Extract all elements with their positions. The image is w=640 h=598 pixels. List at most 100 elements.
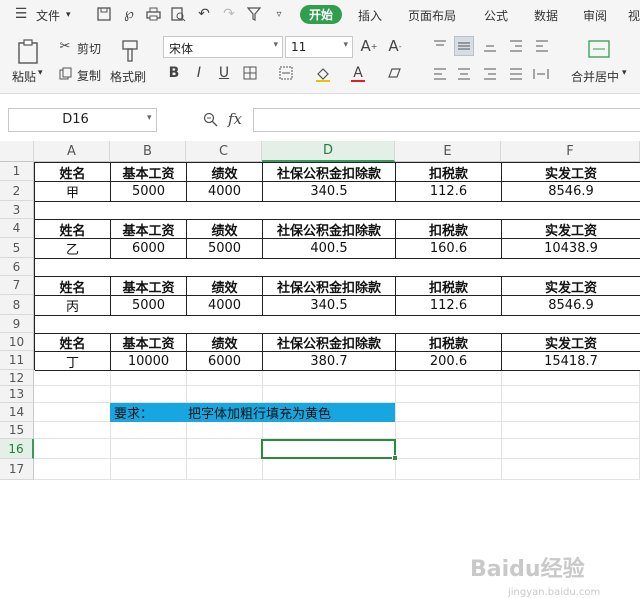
merge-dropdown-icon[interactable]: ▾ — [622, 68, 627, 78]
table-cell[interactable]: 5000 — [187, 239, 263, 259]
table-cell[interactable]: 200.6 — [396, 352, 502, 371]
table-cell[interactable]: 112.6 — [396, 296, 502, 316]
row-header[interactable]: 9 — [0, 315, 34, 333]
tab-insert[interactable]: 插入 — [358, 7, 382, 24]
table-cell[interactable]: 甲 — [35, 182, 111, 202]
spreadsheet-grid[interactable]: A B C D E F 1 2 3 4 5 6 7 8 9 10 11 12 1… — [0, 141, 640, 598]
align-top-icon[interactable] — [432, 38, 448, 54]
blank-row[interactable] — [35, 202, 640, 220]
row-header[interactable]: 17 — [0, 459, 34, 480]
decrease-font-icon[interactable]: A- — [386, 37, 404, 55]
row-header[interactable]: 2 — [0, 181, 34, 201]
formula-input[interactable] — [253, 108, 640, 132]
select-all-corner[interactable] — [0, 141, 34, 162]
column-header-a[interactable]: A — [34, 141, 110, 162]
underline-icon[interactable]: U — [216, 65, 232, 81]
column-header-b[interactable]: B — [110, 141, 186, 162]
merge-center-icon[interactable] — [586, 38, 612, 60]
row-header[interactable]: 5 — [0, 238, 34, 258]
table-cell[interactable]: 4000 — [187, 296, 263, 316]
table-cell[interactable]: 5000 — [111, 296, 187, 316]
clear-icon[interactable] — [386, 65, 404, 83]
zoom-function-icon[interactable] — [203, 112, 219, 128]
table-cell[interactable]: 6000 — [187, 352, 263, 371]
print-icon[interactable] — [144, 5, 162, 23]
tab-formula[interactable]: 公式 — [484, 7, 508, 24]
table-cell[interactable]: 4000 — [187, 182, 263, 202]
save-icon[interactable] — [95, 5, 113, 23]
table-header-cell[interactable]: 社保公积金扣除款 — [263, 334, 396, 352]
indent-decrease-icon[interactable] — [508, 38, 524, 54]
more-icon[interactable]: ▿ — [270, 5, 288, 23]
paste-dropdown-icon[interactable]: ▾ — [38, 68, 43, 78]
tab-review[interactable]: 审阅 — [583, 7, 607, 24]
table-header-cell[interactable]: 绩效 — [187, 277, 263, 296]
requirement-banner[interactable]: 要求： 把字体加粗行填充为黄色 — [110, 403, 395, 422]
table-header-cell[interactable]: 实发工资 — [502, 334, 640, 352]
table-header-cell[interactable]: 实发工资 — [502, 277, 640, 296]
indent-increase-icon[interactable] — [534, 38, 550, 54]
table-header-cell[interactable]: 扣税款 — [396, 220, 502, 239]
table-header-cell[interactable]: 扣税款 — [396, 163, 502, 182]
table-cell[interactable]: 10000 — [111, 352, 187, 371]
table-header-cell[interactable]: 基本工资 — [111, 277, 187, 296]
row-header[interactable]: 10 — [0, 333, 34, 351]
export-icon[interactable]: ℘ — [120, 5, 138, 23]
format-painter-icon[interactable] — [118, 38, 142, 64]
row-header[interactable]: 15 — [0, 422, 34, 439]
table-cell[interactable]: 8546.9 — [502, 182, 640, 202]
tab-view[interactable]: 视 — [628, 7, 640, 24]
table-cell[interactable]: 340.5 — [263, 296, 396, 316]
table-header-cell[interactable]: 实发工资 — [502, 220, 640, 239]
increase-font-icon[interactable]: A + — [360, 37, 378, 55]
table-header-cell[interactable]: 扣税款 — [396, 277, 502, 296]
table-header-cell[interactable]: 基本工资 — [111, 334, 187, 352]
table-header-cell[interactable]: 绩效 — [187, 220, 263, 239]
undo-icon[interactable]: ↶ — [195, 5, 213, 23]
row-header[interactable]: 11 — [0, 351, 34, 370]
table-cell[interactable]: 6000 — [111, 239, 187, 259]
format-painter-button[interactable]: 格式刷 — [110, 68, 146, 85]
table-header-cell[interactable]: 姓名 — [35, 334, 111, 352]
distribute-icon[interactable] — [532, 66, 550, 82]
align-bottom-icon[interactable] — [482, 38, 498, 54]
italic-icon[interactable]: I — [191, 65, 207, 81]
row-header[interactable]: 7 — [0, 276, 34, 295]
align-center-icon[interactable] — [456, 66, 472, 82]
table-header-cell[interactable]: 社保公积金扣除款 — [263, 220, 396, 239]
table-cell[interactable]: 丙 — [35, 296, 111, 316]
table-header-cell[interactable]: 社保公积金扣除款 — [263, 277, 396, 296]
column-header-c[interactable]: C — [186, 141, 262, 162]
table-header-cell[interactable]: 姓名 — [35, 277, 111, 296]
redo-icon[interactable]: ↷ — [220, 5, 238, 23]
tab-start[interactable]: 开始 — [300, 5, 342, 24]
copy-icon[interactable] — [58, 66, 72, 80]
column-header-f[interactable]: F — [501, 141, 640, 162]
file-menu[interactable]: 文件 — [36, 7, 60, 24]
column-header-e[interactable]: E — [395, 141, 501, 162]
table-cell[interactable]: 380.7 — [263, 352, 396, 371]
table-cell[interactable]: 400.5 — [263, 239, 396, 259]
row-header[interactable]: 14 — [0, 403, 34, 422]
blank-row[interactable] — [35, 259, 640, 277]
paste-icon[interactable] — [14, 38, 42, 66]
table-header-cell[interactable]: 绩效 — [187, 163, 263, 182]
justify-icon[interactable] — [508, 66, 524, 82]
align-right-icon[interactable] — [482, 66, 498, 82]
row-header[interactable]: 3 — [0, 201, 34, 219]
table-cell[interactable]: 160.6 — [396, 239, 502, 259]
blank-row[interactable] — [35, 316, 640, 334]
align-left-icon[interactable] — [432, 66, 448, 82]
table-header-cell[interactable]: 姓名 — [35, 163, 111, 182]
table-cell[interactable]: 8546.9 — [502, 296, 640, 316]
table-header-cell[interactable]: 绩效 — [187, 334, 263, 352]
file-dropdown-icon[interactable]: ▾ — [66, 10, 71, 20]
fx-icon[interactable]: fx — [228, 110, 242, 128]
table-cell[interactable]: 丁 — [35, 352, 111, 371]
name-box-dropdown-icon[interactable]: ▾ — [147, 113, 152, 123]
filter-icon[interactable] — [245, 5, 263, 23]
table-header-cell[interactable]: 扣税款 — [396, 334, 502, 352]
table-header-cell[interactable]: 姓名 — [35, 220, 111, 239]
table-cell[interactable]: 112.6 — [396, 182, 502, 202]
fill-color-icon[interactable] — [314, 65, 332, 83]
